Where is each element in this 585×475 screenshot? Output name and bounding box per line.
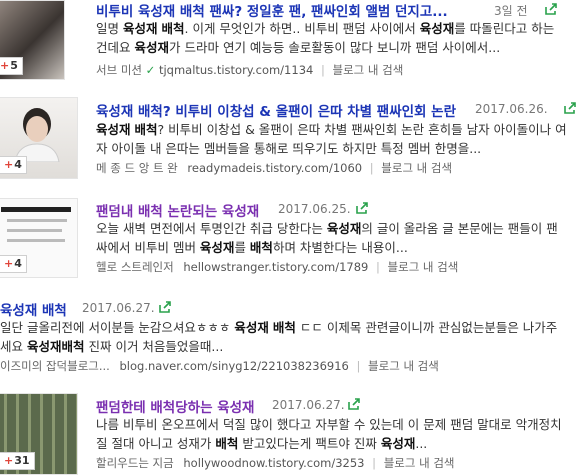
blog-inner-search-link[interactable]: 블로그 내 검색 xyxy=(381,161,452,175)
divider: | xyxy=(320,63,325,77)
blog-inner-search-link[interactable]: 블로그 내 검색 xyxy=(388,260,459,274)
result-thumbnail[interactable]: +31 xyxy=(0,393,78,475)
person-photo-icon xyxy=(14,108,60,162)
result-snippet: 나름 비투비 온오프에서 덕질 많이 했다고 자부할 수 있는데 이 문제 팬덤… xyxy=(96,417,562,451)
divider: | xyxy=(372,456,377,470)
result-date: 2017.06.25. xyxy=(278,202,351,216)
result-date: 2017.06.27. xyxy=(82,301,155,315)
result-meta: 메 종 드 앙 트 완 readymadeis.tistory.com/1060… xyxy=(96,160,452,176)
divider: | xyxy=(376,260,380,274)
result-url[interactable]: hollywoodnow.tistory.com/3253 xyxy=(183,456,364,470)
share-icon[interactable] xyxy=(544,2,558,16)
result-url[interactable]: readymadeis.tistory.com/1060 xyxy=(187,161,362,175)
result-url[interactable]: tjqmaltus.tistory.com/1134 xyxy=(159,63,313,77)
result-snippet: 육성재 배척? 비투비 이창섭 & 올팬이 은따 차별 팬싸인회 논란 흔히들 … xyxy=(96,122,567,156)
result-meta: 할리우드는 지금 hollywoodnow.tistory.com/3253 |… xyxy=(96,455,454,471)
search-result: +31 팬덤한테 배척당하는 육성재 2017.06.27. 나름 비투비 온오… xyxy=(0,393,585,475)
result-meta: 헬로 스트레인저 hellowstranger.tistory.com/1789… xyxy=(96,259,458,275)
result-date: 2017.06.26. xyxy=(475,102,548,116)
result-thumbnail[interactable]: +5 xyxy=(0,0,65,80)
result-date: 3일 전 xyxy=(494,4,528,18)
screenshot-preview xyxy=(7,239,65,242)
result-title-link[interactable]: 육성재 배척 xyxy=(0,299,67,319)
blog-inner-search-link[interactable]: 블로그 내 검색 xyxy=(333,63,404,77)
result-title-link[interactable]: 팬덤한테 배척당하는 육성재 xyxy=(96,396,254,416)
result-url[interactable]: hellowstranger.tistory.com/1789 xyxy=(183,260,368,274)
share-icon[interactable] xyxy=(158,300,172,314)
image-count-badge: +5 xyxy=(0,57,23,75)
share-icon[interactable] xyxy=(347,397,361,411)
result-meta: 서브 미션 ✓ tjqmaltus.tistory.com/1134 | 블로그… xyxy=(96,62,403,78)
result-snippet: 일단 글올리전에 서이분들 눈감으셔요ㅎㅎㅎ 육성재 배척 ㄷㄷ 이제목 관련글… xyxy=(0,320,558,354)
screenshot-preview xyxy=(7,229,62,232)
image-count-badge: +31 xyxy=(0,452,35,470)
screenshot-preview xyxy=(7,219,67,222)
source-name[interactable]: 이즈미의 잡덕블로그... xyxy=(0,359,110,373)
share-icon[interactable] xyxy=(563,101,577,115)
search-result: +4 육성재 배척? 비투비 이창섭 & 올팬이 은따 차별 팬싸인회 논란 2… xyxy=(0,97,585,179)
screenshot-preview xyxy=(1,207,71,212)
result-url[interactable]: blog.naver.com/sinyg12/221038236916 xyxy=(120,359,349,373)
blog-inner-search-link[interactable]: 블로그 내 검색 xyxy=(384,456,455,470)
result-title-link[interactable]: 비투비 육성재 배척 팬싸? 정일훈 팬, 팬싸인회 앨범 던지고... xyxy=(96,0,448,20)
divider: | xyxy=(356,359,361,373)
share-icon[interactable] xyxy=(355,201,369,215)
source-name[interactable]: 메 종 드 앙 트 완 xyxy=(96,161,178,175)
search-result: +4 팬덤내 배척 논란되는 육성재 2017.06.25. 오늘 새벽 면전에… xyxy=(0,198,585,278)
result-snippet: 오늘 새벽 면전에서 투명인간 취급 당한다는 육성재의 글이 올라옴 글 본문… xyxy=(96,221,558,255)
divider: | xyxy=(369,161,374,175)
result-thumbnail[interactable]: +4 xyxy=(0,97,78,179)
source-name[interactable]: 할리우드는 지금 xyxy=(96,456,174,470)
image-count-badge: +4 xyxy=(0,156,27,174)
result-title-link[interactable]: 팬덤내 배척 논란되는 육성재 xyxy=(96,200,259,220)
result-meta: 이즈미의 잡덕블로그... blog.naver.com/sinyg12/221… xyxy=(0,358,439,374)
search-result: +5 비투비 육성재 배척 팬싸? 정일훈 팬, 팬싸인회 앨범 던지고... … xyxy=(0,0,585,80)
source-name[interactable]: 헬로 스트레인저 xyxy=(96,260,174,274)
result-snippet: 일명 육성재 배척. 이게 무엇인가 하면.. 비투비 팬덤 사이에서 육성재를… xyxy=(96,21,555,55)
result-thumbnail[interactable]: +4 xyxy=(0,198,78,278)
source-name[interactable]: 서브 미션 xyxy=(96,63,142,77)
result-title-link[interactable]: 육성재 배척? 비투비 이창섭 & 올팬이 은따 차별 팬싸인회 논란 xyxy=(96,100,456,120)
result-date: 2017.06.27. xyxy=(272,398,345,412)
verified-check-icon: ✓ xyxy=(145,63,156,77)
image-count-badge: +4 xyxy=(0,255,27,273)
blog-inner-search-link[interactable]: 블로그 내 검색 xyxy=(368,359,439,373)
search-result: 육성재 배척 2017.06.27. 일단 글올리전에 서이분들 눈감으셔요ㅎㅎ… xyxy=(0,297,585,374)
